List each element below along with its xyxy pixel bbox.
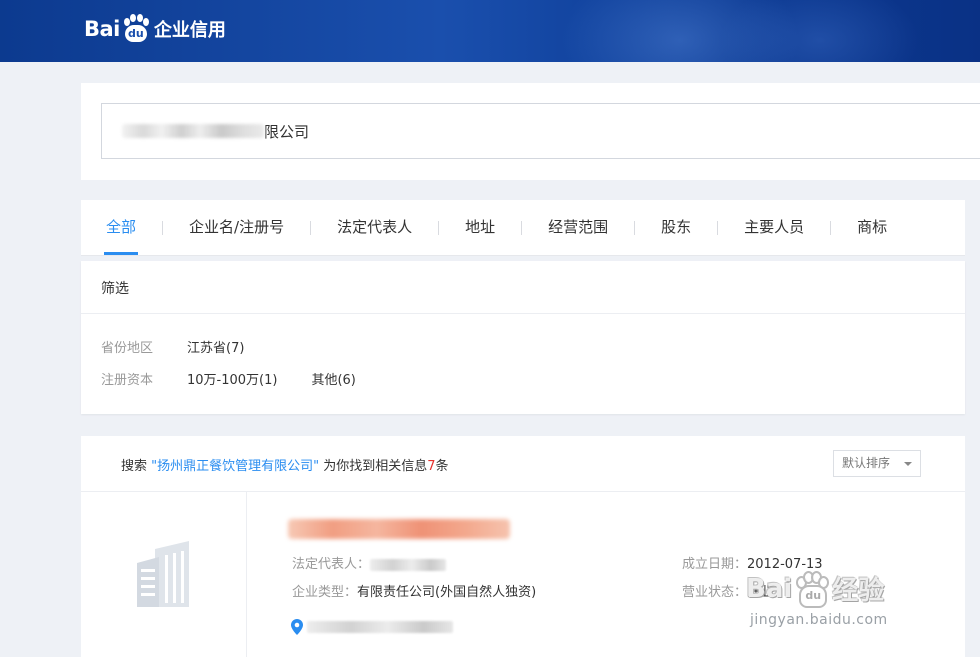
filter-label-capital: 注册资本 (101, 372, 154, 388)
filter-option[interactable]: 江苏省(7) (187, 337, 244, 356)
top-header: Bai du 企业信用 (0, 0, 980, 62)
field-label: 企业类型： (292, 585, 358, 600)
summary-prefix: 搜索 (121, 459, 152, 474)
tab-divider (717, 220, 719, 235)
sort-label: 默认排序 (842, 456, 891, 470)
tab-all[interactable]: 全部 (103, 200, 139, 255)
tab-divider (162, 220, 164, 235)
summary-mid: 为你找到相关信息 (319, 459, 428, 474)
tab-divider (310, 220, 312, 235)
paw-icon: du (121, 14, 151, 44)
redacted-text (122, 124, 264, 138)
field-label: 成立日期： (682, 557, 748, 572)
result-count: 7 (427, 459, 436, 474)
logo-paw-text: du (128, 27, 144, 40)
logo-product-name: 企业信用 (153, 20, 226, 41)
filter-title: 筛选 (101, 281, 129, 297)
filter-row-capital: 注册资本 10万-100万(1) 其他(6) (101, 368, 390, 388)
filter-option[interactable]: 10万-100万(1) (187, 369, 277, 388)
summary-suffix: 条 (435, 459, 449, 474)
tab-divider (438, 220, 440, 235)
search-input[interactable]: 限公司 (101, 103, 980, 159)
company-logo-column (81, 492, 247, 657)
field-legal-rep: 法定代表人： (292, 553, 447, 572)
field-value: 2012-07-13 (747, 557, 823, 572)
sort-dropdown[interactable]: 默认排序 (833, 450, 921, 477)
category-tabs-bar: 全部 企业名/注册号 法定代表人 地址 经营范围 股东 主要人员 商标 (81, 200, 965, 256)
search-keyword: "扬州鼎正餐饮管理有限公司" (151, 459, 320, 474)
search-card: 限公司 (81, 83, 980, 180)
location-pin-icon (291, 619, 303, 635)
field-value: 开业 (747, 585, 774, 600)
field-value: 有限责任公司(外国自然人独资) (357, 585, 537, 600)
baidu-credit-logo[interactable]: Bai du 企业信用 (84, 12, 226, 46)
header-glow (720, 0, 920, 62)
tab-divider (634, 220, 636, 235)
filter-label-region: 省份地区 (101, 340, 154, 356)
tab-key-personnel[interactable]: 主要人员 (744, 200, 804, 255)
tab-shareholders[interactable]: 股东 (661, 200, 691, 255)
tab-legal-rep[interactable]: 法定代表人 (337, 200, 412, 255)
category-tabs: 全部 企业名/注册号 法定代表人 地址 经营范围 股东 主要人员 商标 (81, 200, 887, 255)
tab-divider (830, 220, 832, 235)
search-value: 限公司 (264, 122, 310, 141)
field-status: 营业状态：开业 (682, 581, 773, 600)
building-icon (137, 541, 189, 607)
tab-trademark[interactable]: 商标 (857, 200, 887, 255)
results-summary: 搜索 "扬州鼎正餐饮管理有限公司" 为你找到相关信息7条 (121, 455, 449, 474)
filter-panel: 筛选 省份地区 江苏省(7) 注册资本 10万-100万(1) 其他(6) (81, 261, 965, 414)
divider (81, 313, 965, 314)
redacted-text (370, 558, 447, 571)
filter-row-region: 省份地区 江苏省(7) (101, 336, 278, 356)
filter-option[interactable]: 其他(6) (311, 369, 355, 388)
company-name-link[interactable] (288, 519, 510, 539)
tab-address[interactable]: 地址 (465, 200, 495, 255)
results-header: 搜索 "扬州鼎正餐饮管理有限公司" 为你找到相关信息7条 默认排序 (81, 436, 965, 492)
caret-down-icon (904, 462, 912, 466)
logo-prefix: Bai (84, 17, 120, 41)
tab-business-scope[interactable]: 经营范围 (548, 200, 608, 255)
tab-divider (521, 220, 523, 235)
field-company-type: 企业类型：有限责任公司(外国自然人独资) (292, 581, 536, 600)
field-label: 法定代表人： (292, 557, 371, 572)
tab-company-name[interactable]: 企业名/注册号 (189, 200, 284, 255)
results-panel: 搜索 "扬州鼎正餐饮管理有限公司" 为你找到相关信息7条 默认排序 法定代表人：… (81, 436, 965, 657)
redacted-address (307, 621, 453, 633)
field-founded: 成立日期：2012-07-13 (682, 553, 823, 572)
field-label: 营业状态： (682, 585, 748, 600)
